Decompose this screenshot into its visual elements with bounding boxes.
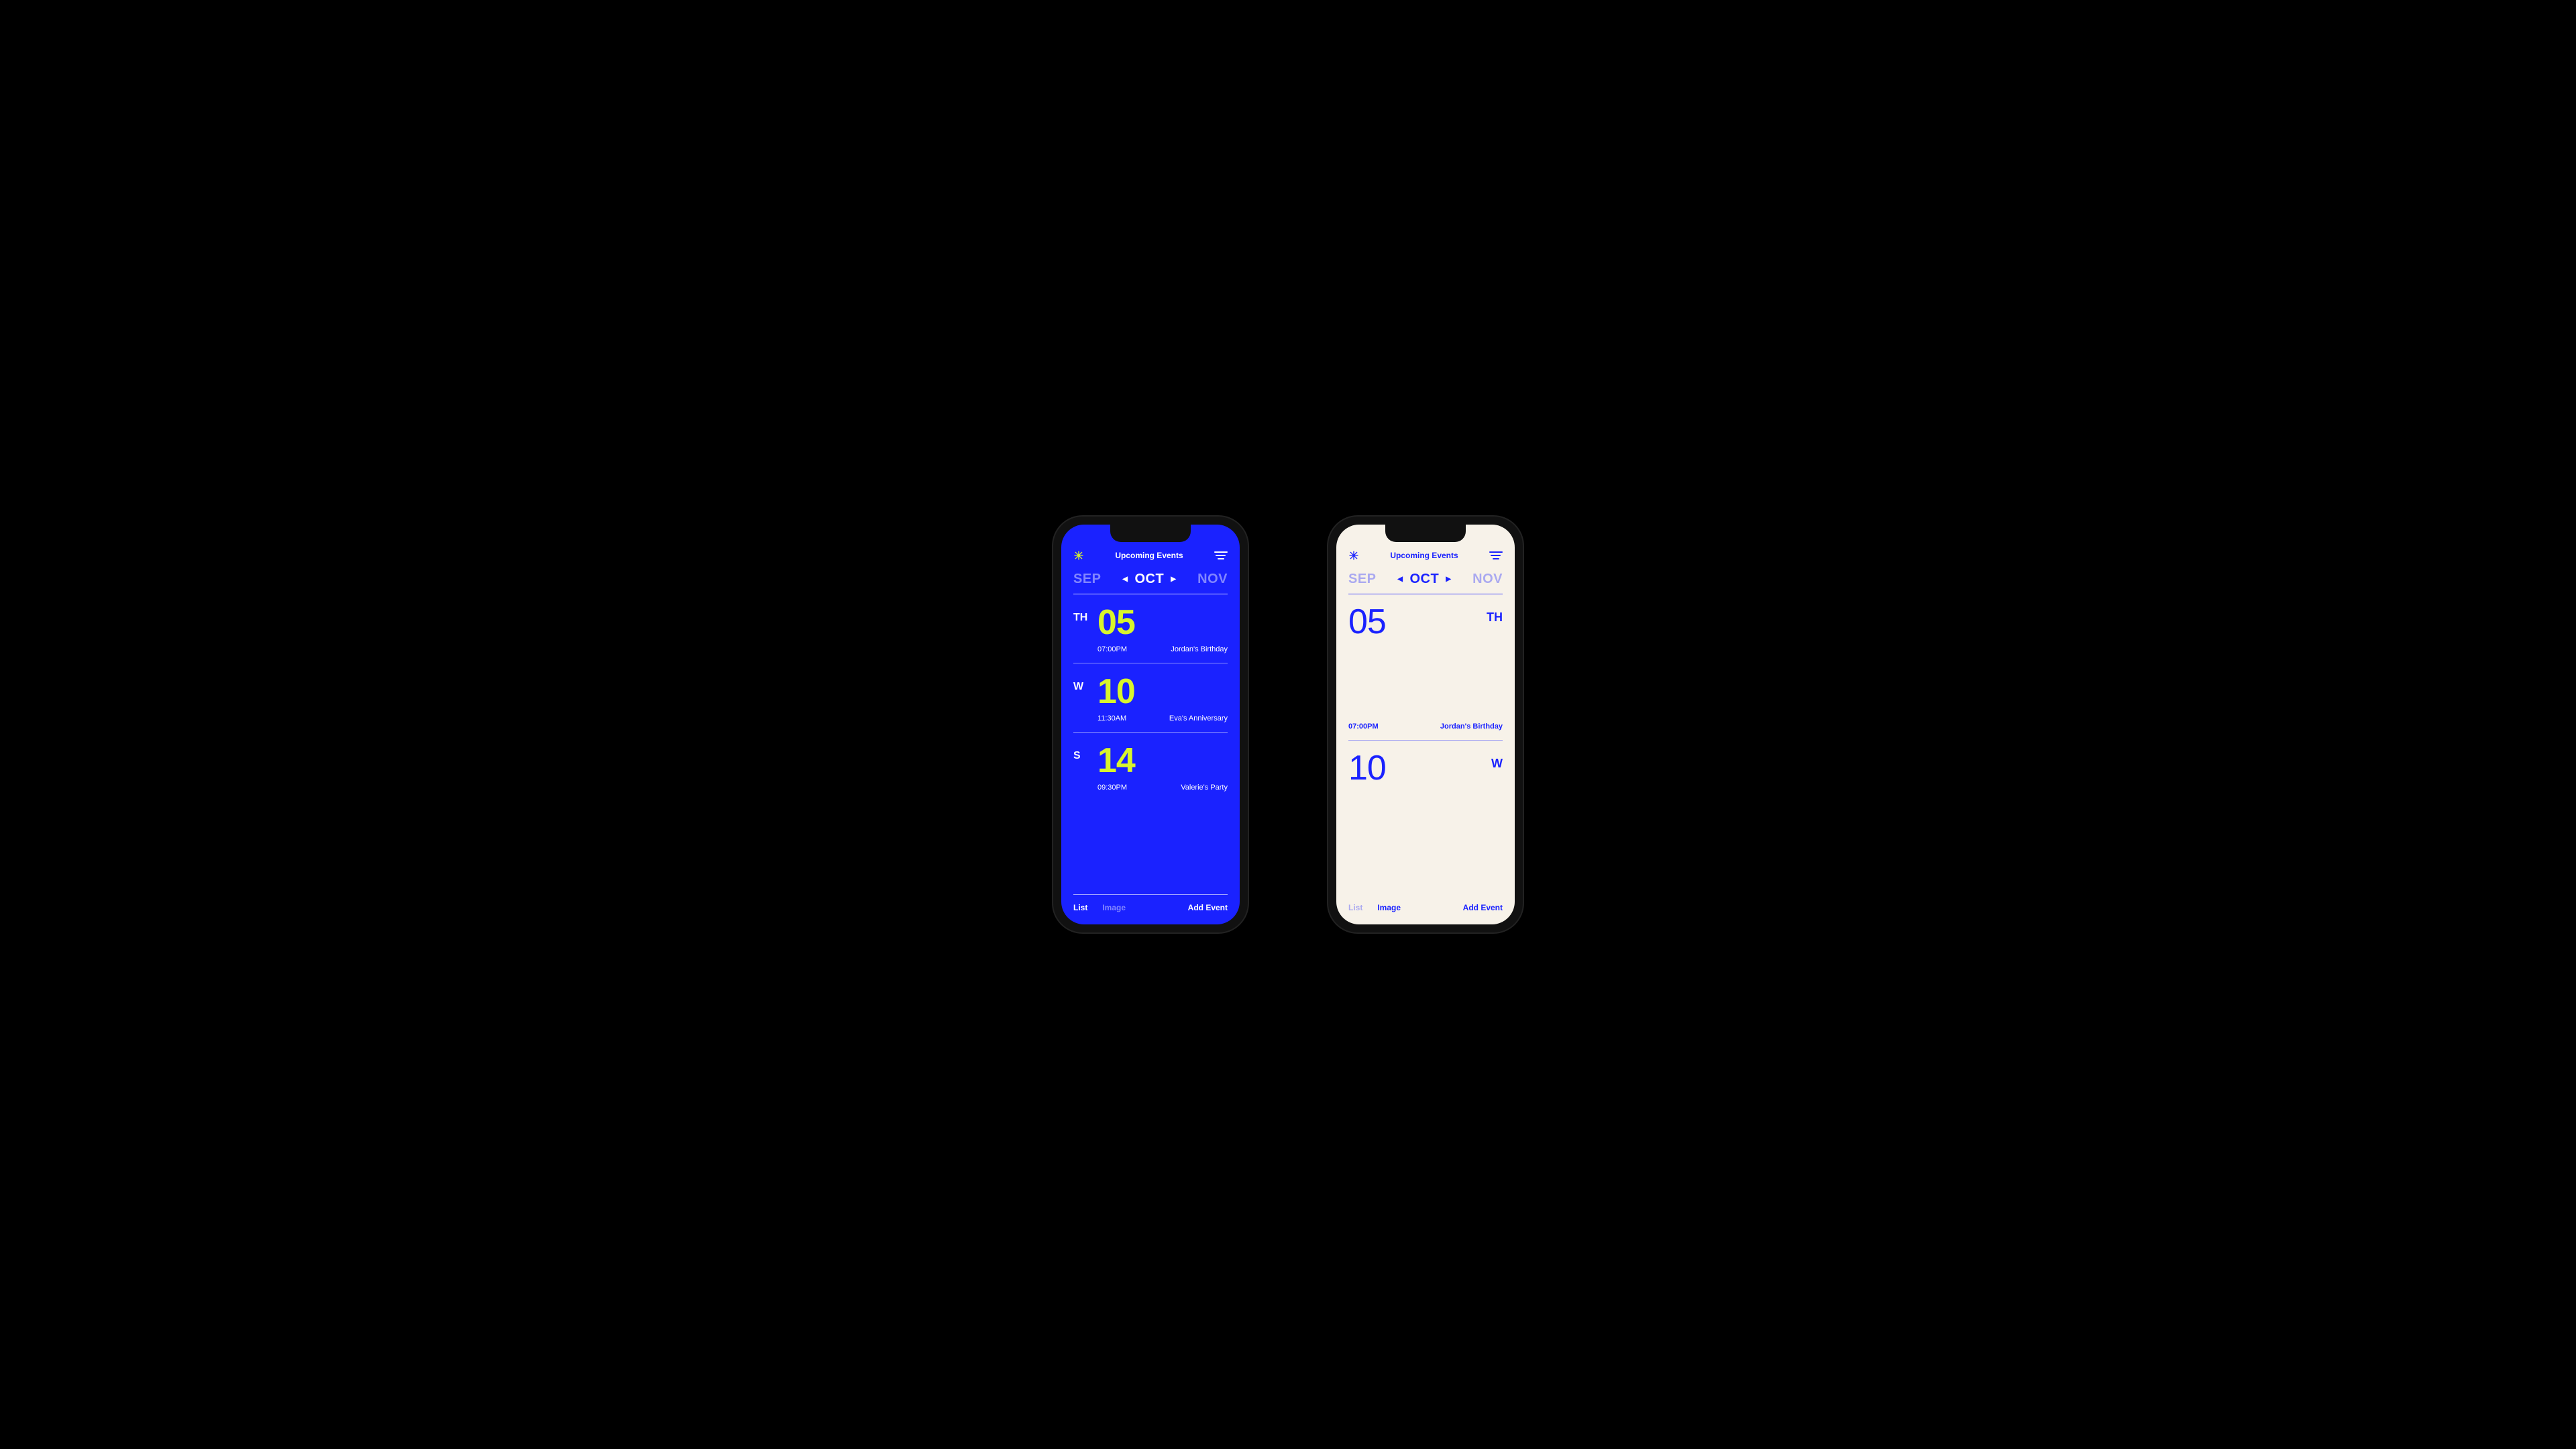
add-event-button[interactable]: Add Event: [1188, 903, 1228, 912]
event-day: 10: [1097, 674, 1228, 709]
current-month: OCT: [1409, 572, 1439, 587]
phone-mockup-image: Upcoming Events SEP ◀ OCT ▶ NOV 05 TH: [1328, 517, 1523, 932]
event-time: 07:00PM: [1097, 645, 1127, 653]
event-card[interactable]: 10 W: [1348, 741, 1503, 843]
view-image-button[interactable]: Image: [1102, 903, 1126, 912]
event-title: Jordan's Birthday: [1440, 722, 1503, 731]
current-month: OCT: [1134, 572, 1164, 587]
screen-list-view: Upcoming Events SEP ◀ OCT ▶ NOV TH 05 07…: [1061, 525, 1240, 924]
bottom-bar: List Image Add Event: [1336, 895, 1515, 924]
logo-asterisk-icon[interactable]: [1073, 550, 1084, 561]
add-event-button[interactable]: Add Event: [1463, 903, 1503, 912]
event-title: Valerie's Party: [1181, 784, 1228, 792]
event-title: Jordan's Birthday: [1171, 645, 1228, 653]
event-row[interactable]: S 14 09:30PM Valerie's Party: [1073, 733, 1228, 801]
month-next-arrow-icon[interactable]: ▶: [1171, 576, 1176, 583]
month-navigator: SEP ◀ OCT ▶ NOV: [1061, 568, 1240, 594]
events-list: TH 05 07:00PM Jordan's Birthday W 10 11:…: [1061, 594, 1240, 894]
event-day: 05: [1348, 606, 1386, 638]
event-weekday: S: [1073, 743, 1097, 792]
menu-icon[interactable]: [1214, 551, 1228, 559]
prev-month[interactable]: SEP: [1073, 572, 1102, 587]
menu-icon[interactable]: [1489, 551, 1503, 559]
phone-mockup-list: Upcoming Events SEP ◀ OCT ▶ NOV TH 05 07…: [1053, 517, 1248, 932]
event-day: 10: [1348, 753, 1386, 784]
event-time: 11:30AM: [1097, 714, 1126, 722]
view-list-button[interactable]: List: [1348, 903, 1362, 912]
view-list-button[interactable]: List: [1073, 903, 1087, 912]
event-row[interactable]: TH 05 07:00PM Jordan's Birthday: [1073, 594, 1228, 663]
logo-asterisk-icon[interactable]: [1348, 550, 1359, 561]
app-header: Upcoming Events: [1336, 525, 1515, 568]
prev-month[interactable]: SEP: [1348, 572, 1377, 587]
month-prev-arrow-icon[interactable]: ◀: [1122, 576, 1128, 583]
event-time: 09:30PM: [1097, 784, 1127, 792]
view-image-button[interactable]: Image: [1377, 903, 1401, 912]
app-header: Upcoming Events: [1061, 525, 1240, 568]
event-title: Eva's Anniversary: [1169, 714, 1228, 722]
bottom-bar: List Image Add Event: [1073, 894, 1228, 924]
events-cards: 05 TH 07:00PM Jordan's Birthday: [1336, 594, 1515, 895]
event-day: 14: [1097, 743, 1228, 778]
event-time: 07:00PM: [1348, 722, 1379, 731]
month-next-arrow-icon[interactable]: ▶: [1446, 576, 1451, 583]
event-weekday: TH: [1073, 605, 1097, 653]
event-weekday: W: [1491, 753, 1503, 771]
header-title: Upcoming Events: [1115, 551, 1183, 560]
month-prev-arrow-icon[interactable]: ◀: [1397, 576, 1403, 583]
event-weekday: TH: [1487, 606, 1503, 625]
screen-image-view: Upcoming Events SEP ◀ OCT ▶ NOV 05 TH: [1336, 525, 1515, 924]
next-month[interactable]: NOV: [1197, 572, 1228, 587]
next-month[interactable]: NOV: [1472, 572, 1503, 587]
event-card[interactable]: 05 TH 07:00PM Jordan's Birthday: [1348, 594, 1503, 741]
event-weekday: W: [1073, 674, 1097, 722]
header-title: Upcoming Events: [1390, 551, 1458, 560]
event-day: 05: [1097, 605, 1228, 640]
event-row[interactable]: W 10 11:30AM Eva's Anniversary: [1073, 663, 1228, 733]
month-navigator: SEP ◀ OCT ▶ NOV: [1336, 568, 1515, 594]
